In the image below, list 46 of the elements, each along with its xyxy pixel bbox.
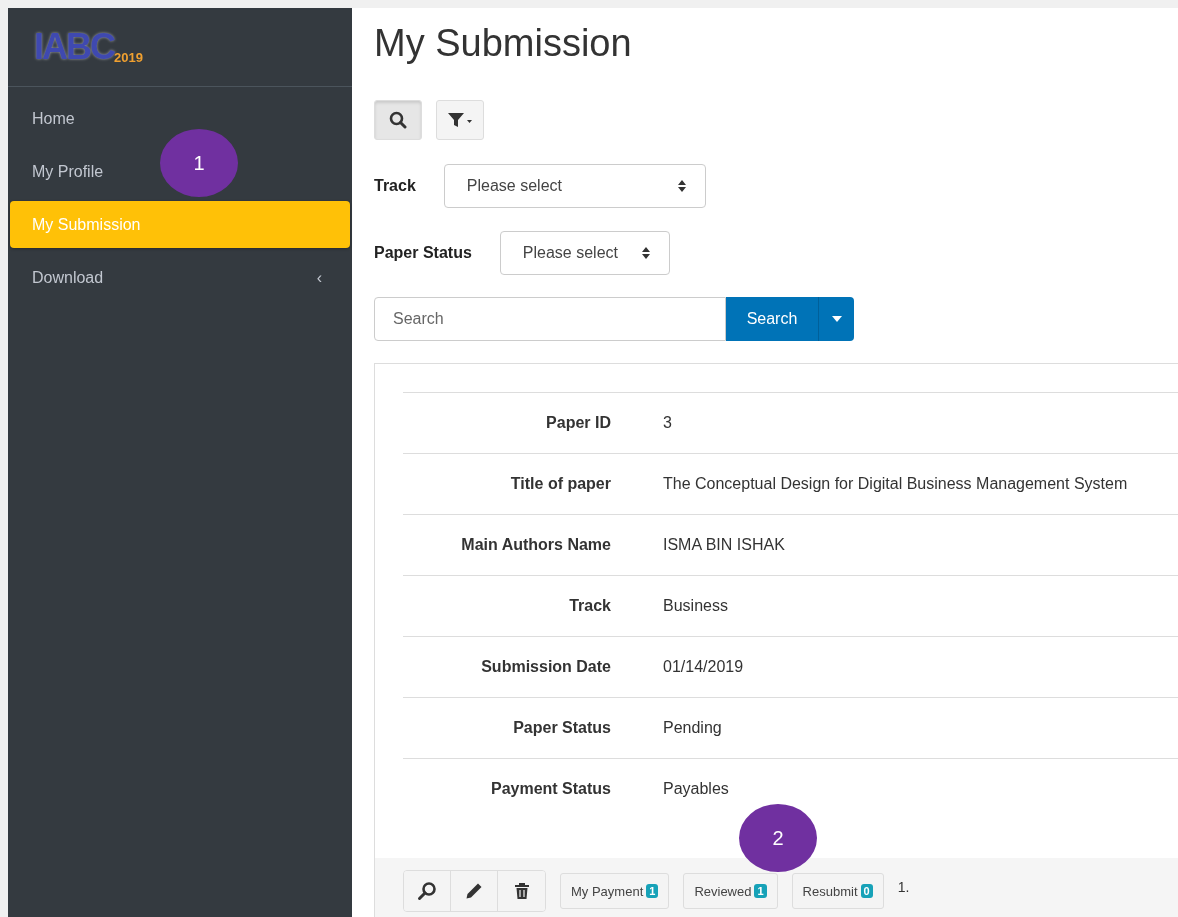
action-button[interactable]: Resubmit 0 [791,873,884,909]
filter-dropdown-button[interactable] [436,100,484,140]
search-toggle-button[interactable] [374,100,422,140]
field-label: Paper ID [545,414,611,432]
field-label: Paper Status [512,719,611,737]
field-value: ISMA BIN ISHAK [663,536,785,554]
count-badge: 0 [860,884,873,898]
action-button[interactable]: My Payment 1 [560,873,670,909]
action-button[interactable]: Reviewed 1 [683,873,778,909]
field-value: Pending [663,719,722,737]
filter-label: Paper Status [374,244,472,262]
pencil-icon [465,882,483,900]
field-label: Submission Date [480,658,611,676]
select-field[interactable]: Please select [443,164,706,208]
sidebar-item[interactable]: My Profile [32,162,104,181]
filter-label: Track [374,177,416,195]
sort-icon [676,179,687,193]
row-number: 1. [897,879,910,895]
annotation-marker: 2 [739,804,817,872]
filter-icon [447,112,473,128]
field-value: Business [663,597,728,615]
field-label: Main Authors Name [460,536,611,554]
trash-icon [513,882,530,900]
count-badge: 1 [646,884,659,898]
field-value: Payables [663,780,729,798]
sort-icon [640,246,651,260]
caret-icon: ‹ [316,268,322,287]
select-field[interactable]: Please select [499,231,670,275]
sidebar-item[interactable]: Download [32,268,104,287]
field-value: 3 [663,414,672,432]
page-title: My Submission [374,22,633,66]
caret-icon [831,316,842,322]
search-dropdown-button[interactable] [818,297,854,341]
logo: IABC2019 [34,26,143,68]
sidebar-item[interactable]: Home [32,109,75,128]
field-value: The Conceptual Design for Digital Business Management System [663,475,1128,493]
view-button[interactable] [404,871,451,911]
search-icon [389,111,407,129]
search-icon [417,881,437,901]
search-field[interactable]: Search [374,297,726,341]
field-label: Track [568,597,611,615]
field-label: Payment Status [489,780,611,798]
count-badge: 1 [754,884,767,898]
search-button[interactable]: Search [726,297,818,341]
field-value: 01/14/2019 [663,658,744,676]
field-label: Title of paper [509,475,611,493]
